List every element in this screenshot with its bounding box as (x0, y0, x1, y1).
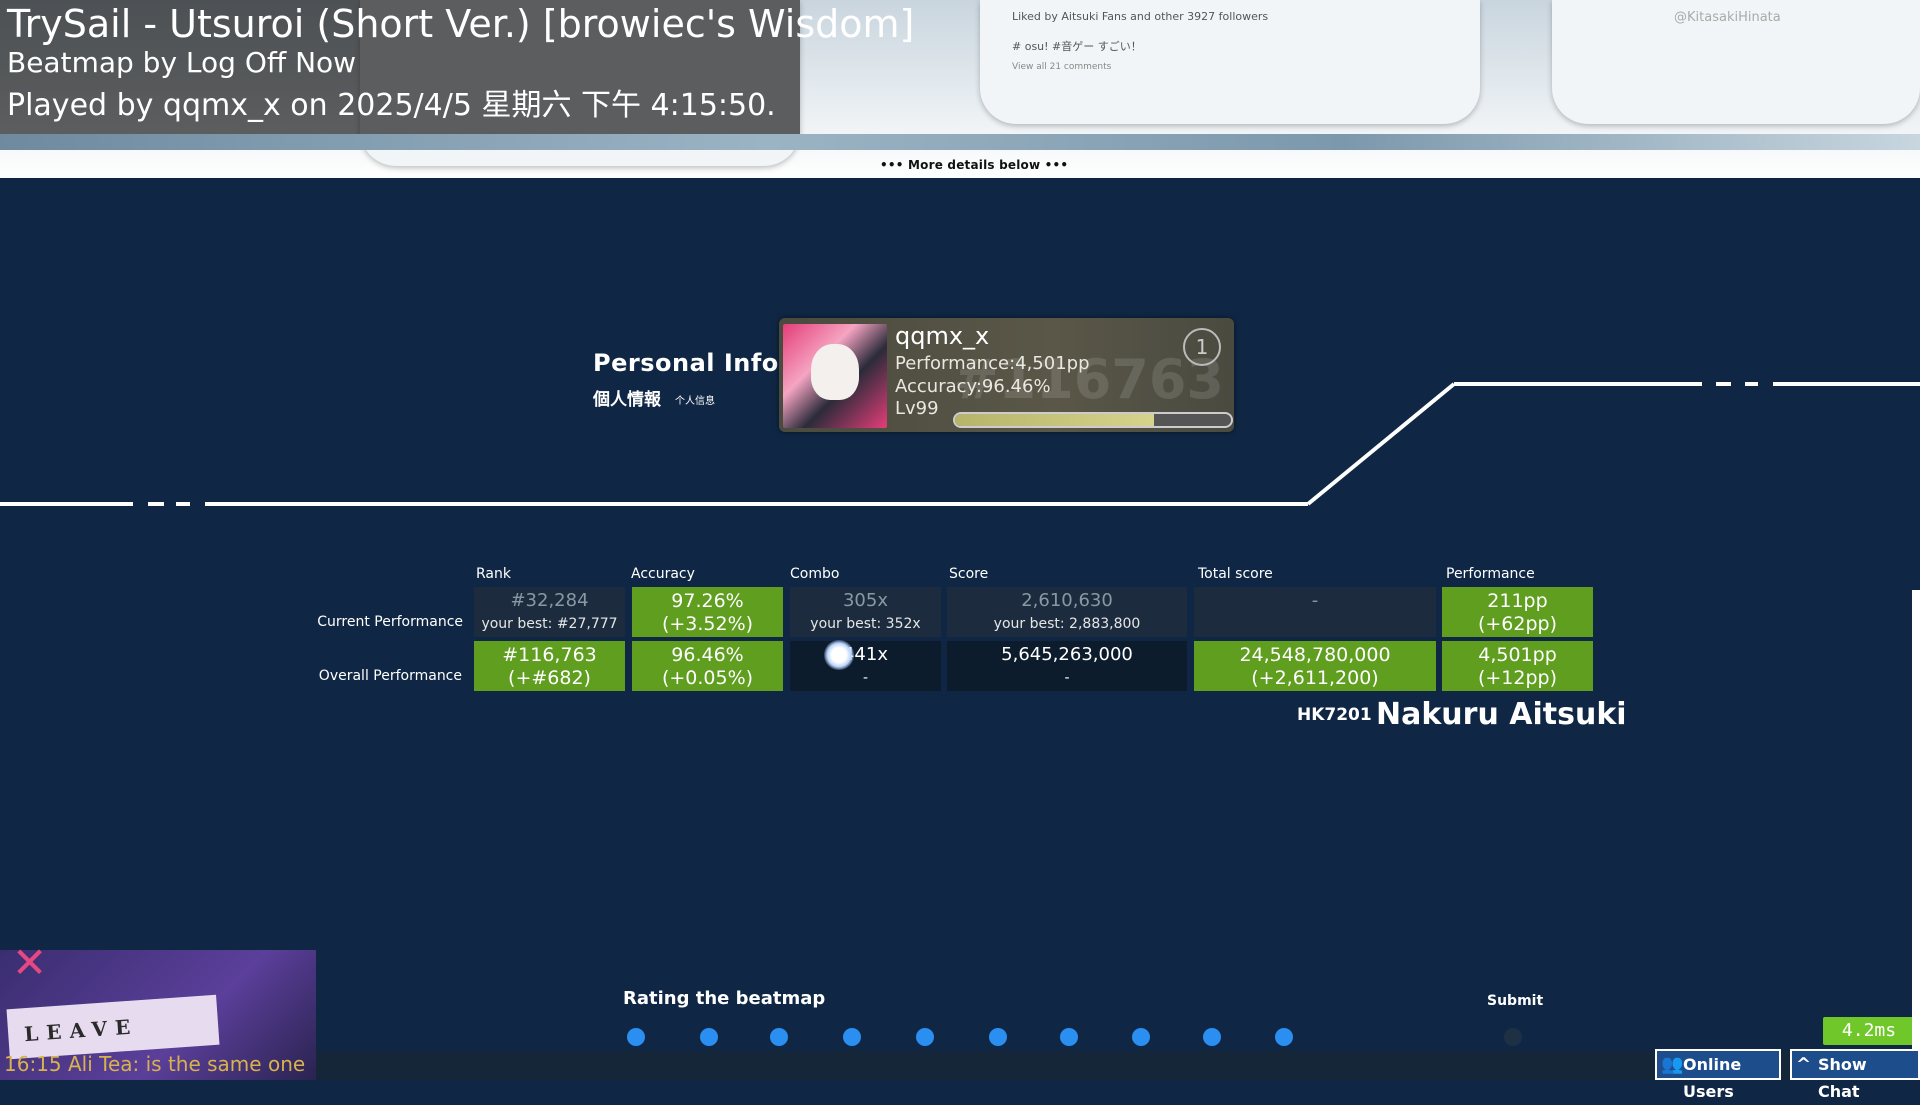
badge-one-icon: 1 (1183, 328, 1221, 366)
avatar (783, 324, 887, 428)
show-chat-button[interactable]: ^ Show Chat (1790, 1049, 1920, 1101)
social-handle: @KitasakiHinata (1674, 10, 1781, 25)
col-accuracy: Accuracy (631, 566, 695, 582)
row-label-overall: Overall Performance (318, 668, 462, 684)
personal-info-subtitle-small: 个人信息 (675, 396, 715, 407)
scrollbar[interactable] (1912, 590, 1920, 1050)
submit-button[interactable] (1504, 1028, 1522, 1046)
player-performance: Performance:4,501pp (895, 353, 1090, 374)
col-total-score: Total score (1198, 566, 1273, 582)
more-details-hint[interactable]: ••• More details below ••• (880, 158, 1068, 172)
cell-overall-rank: #116,763 (+#682) (474, 641, 625, 691)
rating-dot-4[interactable] (843, 1028, 861, 1046)
cell-current-combo: 305x your best: 352x (790, 587, 941, 637)
social-tags: # osu! #音ゲー すごい！ (1012, 40, 1142, 53)
rating-dot-2[interactable] (700, 1028, 718, 1046)
users-icon: 👥 (1661, 1054, 1684, 1075)
social-comments: View all 21 comments (1012, 62, 1112, 72)
online-users-button[interactable]: 👥 Online Users (1655, 1049, 1781, 1101)
col-rank: Rank (476, 566, 511, 582)
player-accuracy: Accuracy:96.46% (895, 376, 1051, 397)
row-label-current: Current Performance (317, 614, 463, 630)
banner-card-social: Liked by Aitsuki Fans and other 3927 fol… (980, 0, 1480, 124)
social-likes: Liked by Aitsuki Fans and other 3927 fol… (1012, 10, 1269, 23)
chat-line: 16:15 Ali Tea: is the same one (4, 1052, 306, 1076)
cell-current-performance: 211pp (+62pp) (1442, 587, 1593, 637)
cell-current-score: 2,610,630 your best: 2,883,800 (947, 587, 1187, 637)
latency-badge: 4.2ms (1823, 1017, 1915, 1045)
cell-overall-performance: 4,501pp (+12pp) (1442, 641, 1593, 691)
rating-dot-3[interactable] (770, 1028, 788, 1046)
station-code: HK7201 (1297, 705, 1372, 725)
rating-dot-7[interactable] (1060, 1028, 1078, 1046)
level-progress-fill (955, 414, 1154, 426)
cell-overall-combo: 441x - (790, 641, 941, 691)
col-performance: Performance (1446, 566, 1535, 582)
cursor-glow (824, 640, 854, 670)
cell-overall-score: 5,645,263,000- (947, 641, 1187, 691)
cell-current-rank: #32,284 your best: #27,777 (474, 587, 625, 637)
chevron-up-icon: ^ (1796, 1054, 1812, 1075)
player-level: Lv99 (895, 398, 939, 419)
rating-dot-8[interactable] (1132, 1028, 1150, 1046)
submit-label: Submit (1487, 993, 1544, 1009)
played-by: Played by qqmx_x on 2025/4/5 星期六 下午 4:15… (7, 88, 776, 123)
rating-dot-6[interactable] (989, 1028, 1007, 1046)
banner-strip (0, 134, 1920, 150)
close-icon[interactable]: ✕ (12, 938, 47, 987)
beatmap-title: TrySail - Utsuroi (Short Ver.) [browiec'… (7, 2, 915, 46)
cell-overall-total: 24,548,780,000 (+2,611,200) (1194, 641, 1436, 691)
rating-label: Rating the beatmap (623, 988, 826, 1009)
personal-info-title: Personal Info. (593, 349, 789, 377)
rating-dot-1[interactable] (627, 1028, 645, 1046)
personal-info-subtitle: 個人情報 (593, 390, 661, 410)
station-name: Nakuru Aitsuki (1376, 697, 1627, 732)
col-score: Score (949, 566, 989, 582)
cell-current-accuracy: 97.26% (+3.52%) (632, 587, 783, 637)
level-progress-bar (953, 412, 1233, 428)
player-name: qqmx_x (895, 322, 990, 350)
rating-dot-10[interactable] (1275, 1028, 1293, 1046)
beatmap-mapper: Beatmap by Log Off Now (7, 46, 357, 79)
rating-dot-5[interactable] (916, 1028, 934, 1046)
col-combo: Combo (790, 566, 840, 582)
cell-overall-accuracy: 96.46% (+0.05%) (632, 641, 783, 691)
banner-card-right: @KitasakiHinata (1552, 0, 1920, 124)
rating-dot-9[interactable] (1203, 1028, 1221, 1046)
player-card[interactable]: #116763 qqmx_x Performance:4,501pp Accur… (779, 318, 1234, 432)
cell-current-total: - (1194, 587, 1436, 637)
leave-sign: LEAVE (6, 994, 220, 1060)
